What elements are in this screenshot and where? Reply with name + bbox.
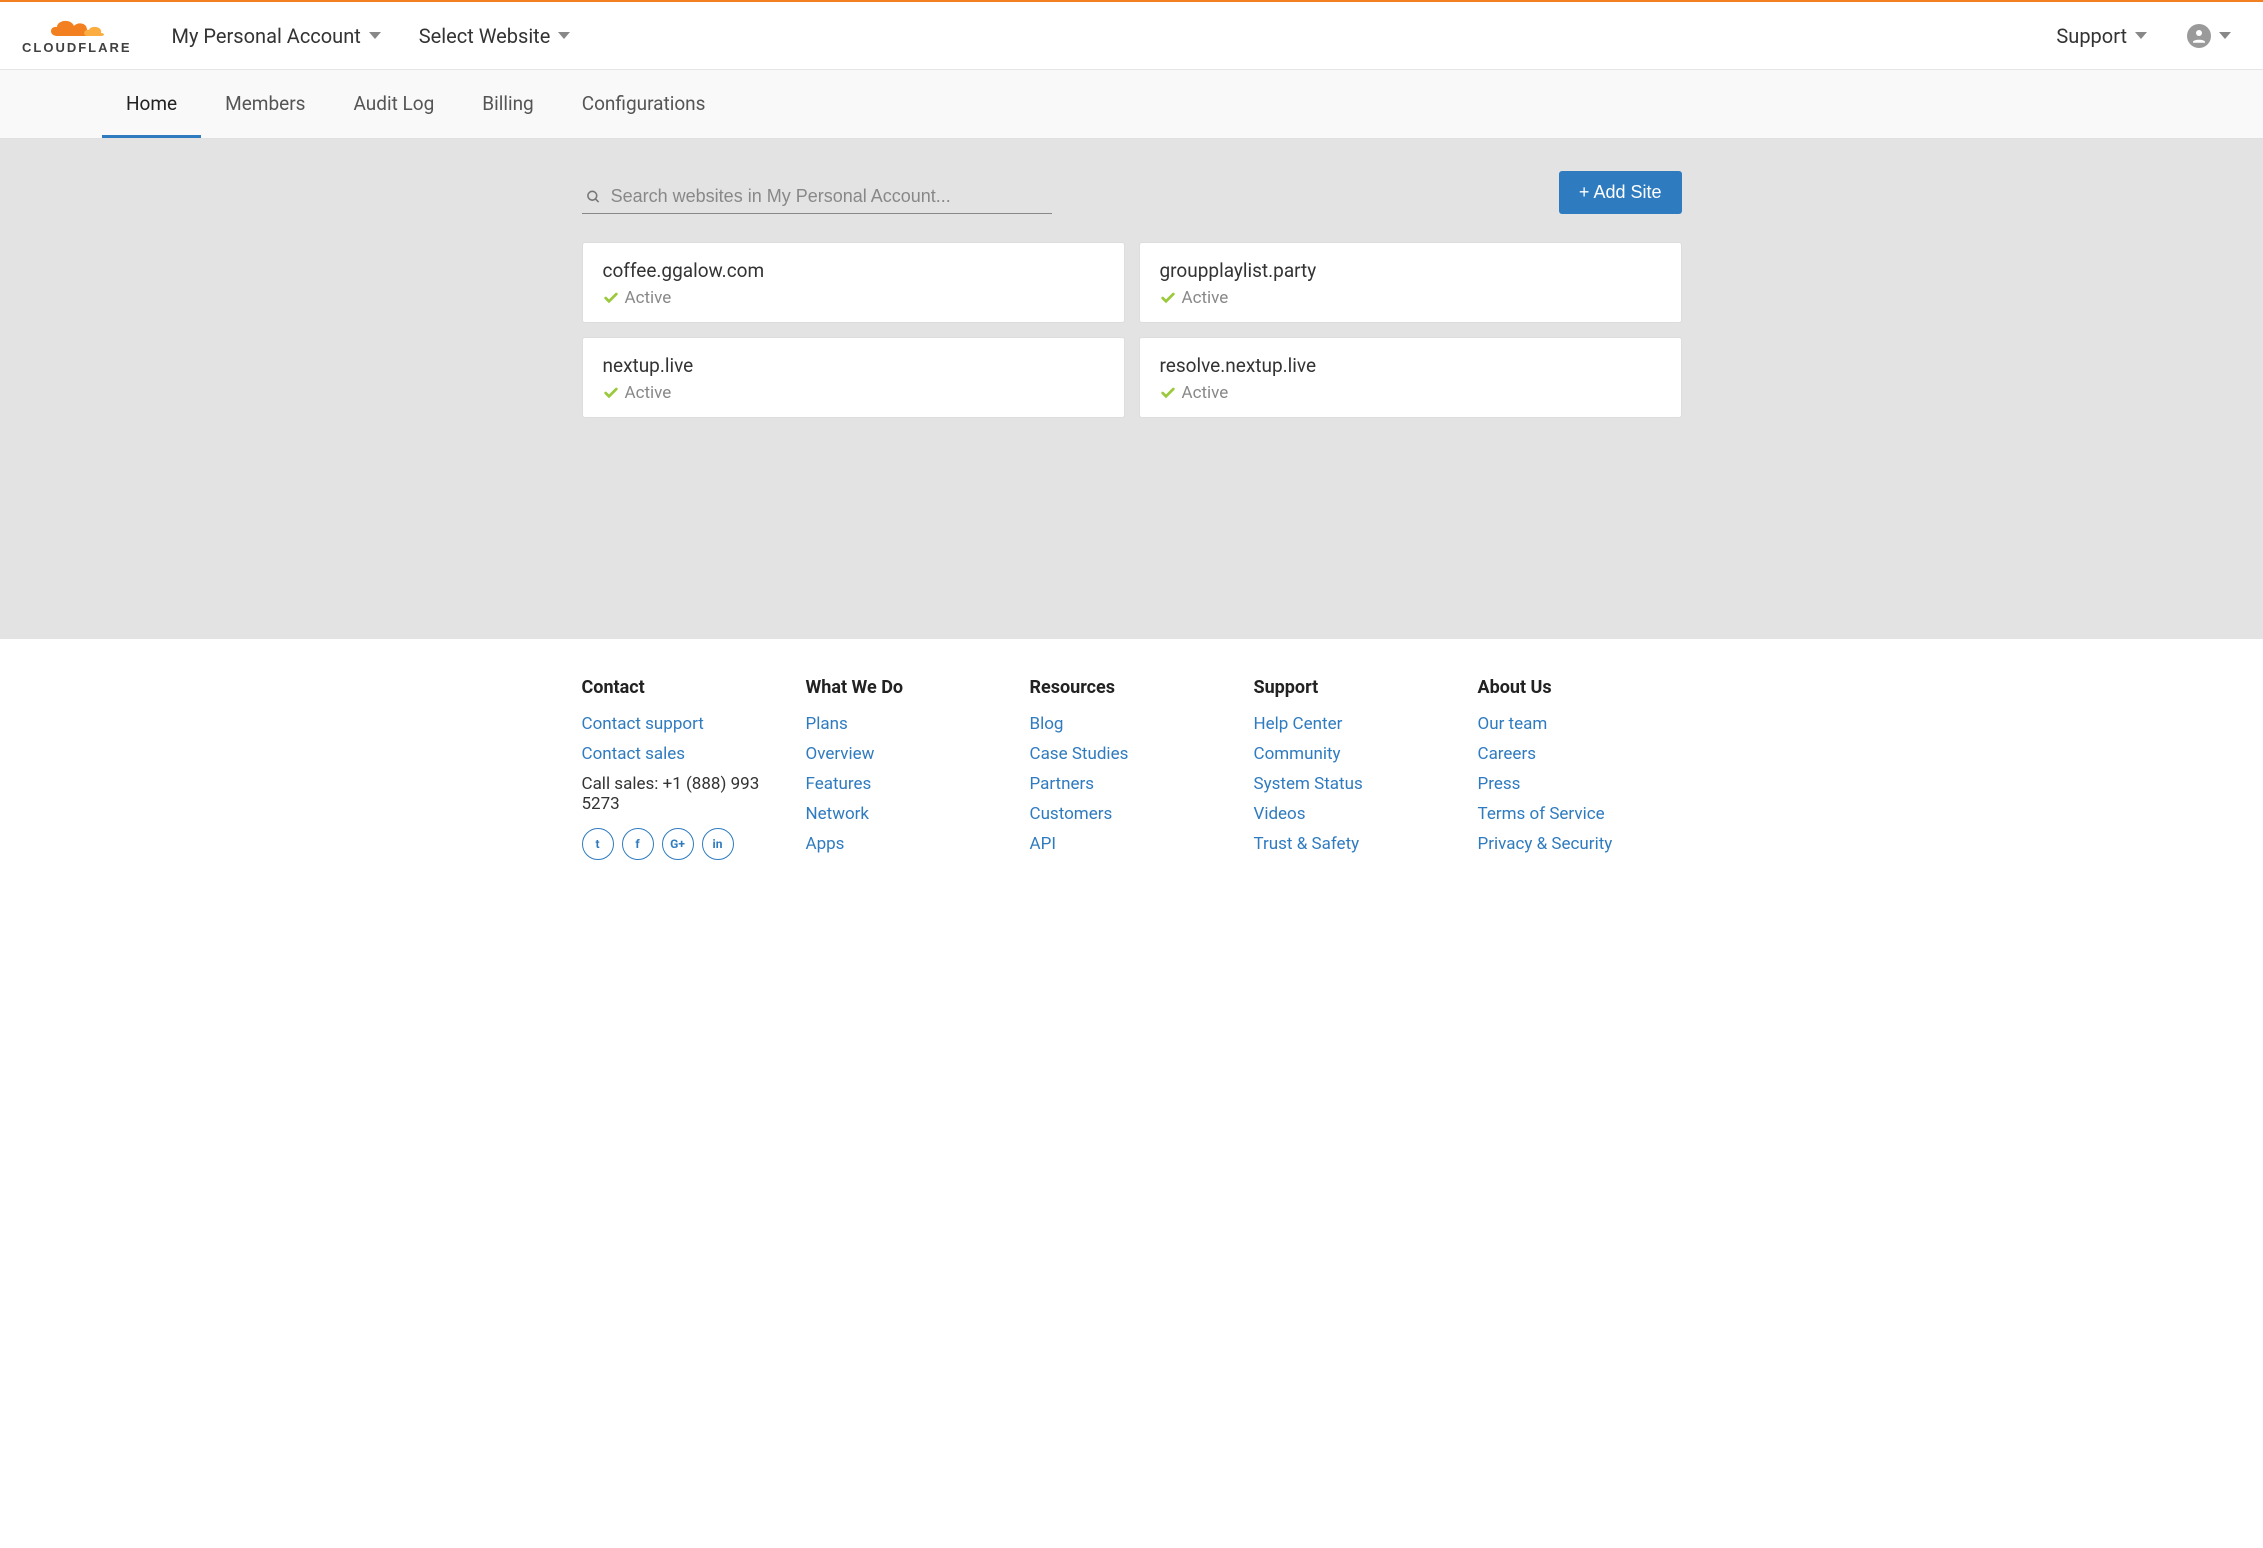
site-domain: groupplaylist.party <box>1160 259 1661 282</box>
footer-link[interactable]: Blog <box>1030 714 1064 734</box>
tab-home[interactable]: Home <box>102 70 201 138</box>
site-status-label: Active <box>625 383 672 403</box>
linkedin-icon[interactable]: in <box>702 828 734 860</box>
footer-link[interactable]: Overview <box>806 744 875 764</box>
footer-link[interactable]: API <box>1030 834 1056 854</box>
logo-text: CLOUDFLARE <box>22 40 132 55</box>
footer-link[interactable]: Press <box>1478 774 1521 794</box>
footer-heading: What We Do <box>806 677 1010 698</box>
footer-heading: Support <box>1254 677 1458 698</box>
cloud-icon <box>47 16 107 42</box>
tab-billing[interactable]: Billing <box>458 70 557 138</box>
footer-link[interactable]: Network <box>806 804 870 824</box>
footer-link[interactable]: Apps <box>806 834 845 854</box>
search-field-wrap[interactable] <box>582 180 1052 214</box>
tab-label: Audit Log <box>353 92 434 115</box>
site-card[interactable]: coffee.ggalow.com Active <box>582 242 1125 323</box>
chevron-down-icon <box>2219 32 2231 39</box>
footer-column: Contact Contact support Contact sales Call … <box>582 677 786 864</box>
account-selector[interactable]: My Personal Account <box>162 18 391 54</box>
googleplus-icon[interactable]: G+ <box>662 828 694 860</box>
footer-link[interactable]: Terms of Service <box>1478 804 1605 824</box>
account-label: My Personal Account <box>172 24 361 48</box>
site-status-label: Active <box>625 288 672 308</box>
footer-link[interactable]: Trust & Safety <box>1254 834 1360 854</box>
footer-link[interactable]: Videos <box>1254 804 1306 824</box>
footer-link[interactable]: Community <box>1254 744 1341 764</box>
tab-members[interactable]: Members <box>201 70 329 138</box>
site-status: Active <box>1160 383 1661 403</box>
add-site-button[interactable]: + Add Site <box>1559 171 1682 214</box>
account-tabbar: Home Members Audit Log Billing Configuration… <box>0 70 2263 139</box>
footer-link[interactable]: Help Center <box>1254 714 1343 734</box>
check-icon <box>603 290 619 306</box>
chevron-down-icon <box>369 32 381 39</box>
footer-column: Support Help Center Community System Status… <box>1254 677 1458 864</box>
cloudflare-logo[interactable]: CLOUDFLARE <box>22 16 132 55</box>
site-card[interactable]: groupplaylist.party Active <box>1139 242 1682 323</box>
footer-heading: About Us <box>1478 677 1682 698</box>
website-label: Select Website <box>419 24 551 48</box>
footer-column: What We Do Plans Overview Features Network Ap… <box>806 677 1010 864</box>
tab-label: Home <box>126 92 177 115</box>
global-header: CLOUDFLARE My Personal Account Select We… <box>0 2 2263 70</box>
site-status: Active <box>603 288 1104 308</box>
site-domain: coffee.ggalow.com <box>603 259 1104 282</box>
social-row: tfG+in <box>582 828 786 860</box>
page-footer: Contact Contact support Contact sales Call … <box>0 639 2263 924</box>
facebook-icon[interactable]: f <box>622 828 654 860</box>
support-label: Support <box>2056 24 2127 48</box>
site-card[interactable]: nextup.live Active <box>582 337 1125 418</box>
footer-column: Resources Blog Case Studies Partners Custome… <box>1030 677 1234 864</box>
footer-heading: Contact <box>582 677 786 698</box>
search-icon <box>586 189 601 205</box>
chevron-down-icon <box>2135 32 2147 39</box>
tab-label: Billing <box>482 92 533 115</box>
footer-heading: Resources <box>1030 677 1234 698</box>
tab-audit-log[interactable]: Audit Log <box>329 70 458 138</box>
check-icon <box>603 385 619 401</box>
avatar-icon <box>2187 24 2211 48</box>
check-icon <box>1160 290 1176 306</box>
chevron-down-icon <box>558 32 570 39</box>
site-domain: nextup.live <box>603 354 1104 377</box>
footer-link[interactable]: Our team <box>1478 714 1548 734</box>
footer-link[interactable]: Case Studies <box>1030 744 1129 764</box>
footer-link[interactable]: Contact support <box>582 714 704 734</box>
footer-link[interactable]: Partners <box>1030 774 1095 794</box>
footer-link[interactable]: Plans <box>806 714 848 734</box>
site-domain: resolve.nextup.live <box>1160 354 1661 377</box>
user-menu[interactable] <box>2177 18 2241 54</box>
site-status-label: Active <box>1182 288 1229 308</box>
tab-label: Configurations <box>582 92 706 115</box>
footer-link[interactable]: System Status <box>1254 774 1363 794</box>
sites-toolbar: + Add Site <box>582 171 1682 214</box>
footer-link[interactable]: Privacy & Security <box>1478 834 1613 854</box>
footer-link[interactable]: Features <box>806 774 872 794</box>
sites-grid: coffee.ggalow.comActivegroupplaylist.par… <box>582 242 1682 418</box>
twitter-icon[interactable]: t <box>582 828 614 860</box>
site-status: Active <box>1160 288 1661 308</box>
footer-column: About Us Our team Careers Press Terms of Ser… <box>1478 677 1682 864</box>
site-status: Active <box>603 383 1104 403</box>
footer-link: Call sales: +1 (888) 993 5273 <box>582 774 760 814</box>
footer-link[interactable]: Contact sales <box>582 744 686 764</box>
site-status-label: Active <box>1182 383 1229 403</box>
search-input[interactable] <box>611 186 1048 207</box>
tab-label: Members <box>225 92 305 115</box>
footer-link[interactable]: Customers <box>1030 804 1113 824</box>
site-card[interactable]: resolve.nextup.live Active <box>1139 337 1682 418</box>
website-selector[interactable]: Select Website <box>409 18 581 54</box>
tab-configurations[interactable]: Configurations <box>558 70 730 138</box>
footer-link[interactable]: Careers <box>1478 744 1536 764</box>
check-icon <box>1160 385 1176 401</box>
support-menu[interactable]: Support <box>2046 18 2157 54</box>
main-content: + Add Site coffee.ggalow.comActivegroupp… <box>0 139 2263 639</box>
